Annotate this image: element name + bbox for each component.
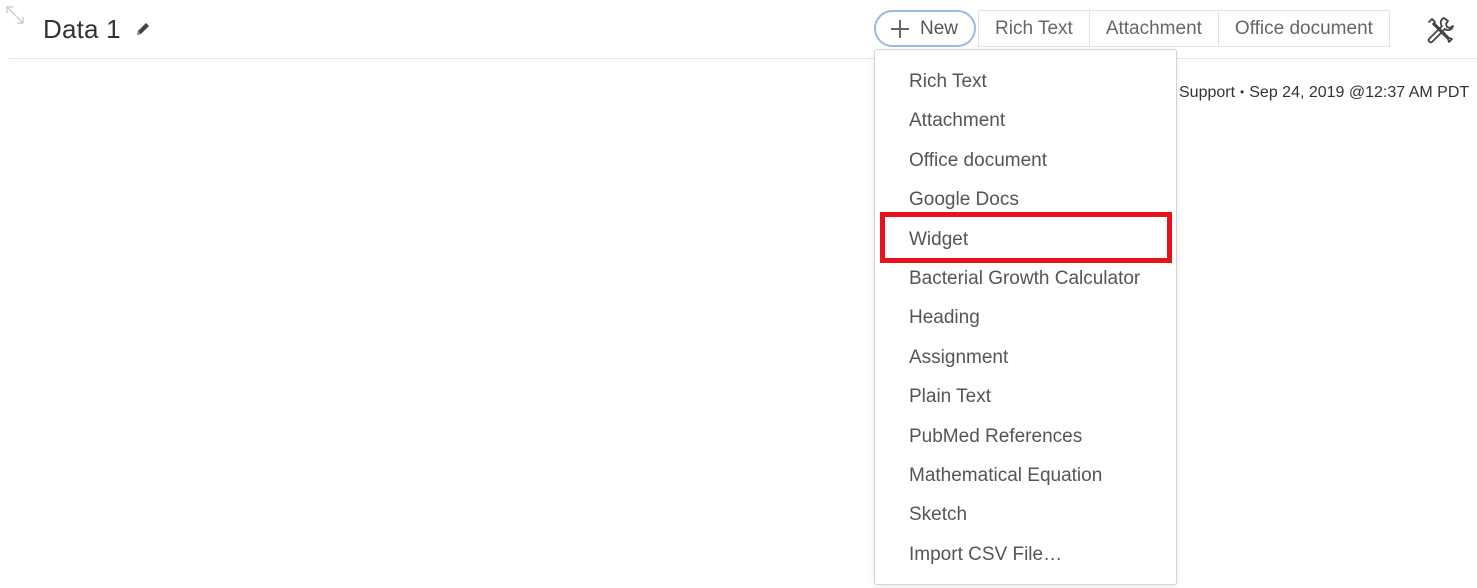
menu-item-import-csv[interactable]: Import CSV File…	[875, 535, 1176, 574]
menu-item-attachment[interactable]: Attachment	[875, 101, 1176, 140]
title-area: Data 1	[43, 12, 152, 46]
menu-item-heading[interactable]: Heading	[875, 298, 1176, 337]
plus-icon	[891, 19, 909, 38]
new-button[interactable]: New	[874, 10, 977, 47]
attachment-button[interactable]: Attachment	[1089, 10, 1219, 47]
page-title: Data 1	[43, 13, 121, 44]
menu-item-rich-text[interactable]: Rich Text	[875, 62, 1176, 101]
menu-item-pubmed-references[interactable]: PubMed References	[875, 417, 1176, 456]
entry-meta: Support • Sep 24, 2019 @12:37 AM PDT	[1179, 84, 1469, 102]
menu-item-plain-text[interactable]: Plain Text	[875, 377, 1176, 416]
new-dropdown-menu: Rich Text Attachment Office document Goo…	[874, 49, 1177, 585]
resize-arrow-icon[interactable]	[4, 4, 26, 26]
timestamp: Sep 24, 2019 @12:37 AM PDT	[1249, 84, 1470, 101]
author-name: Support	[1179, 84, 1236, 101]
menu-item-assignment[interactable]: Assignment	[875, 338, 1176, 377]
toolbar: New Rich Text Attachment Office document	[874, 10, 1390, 47]
wrench-screwdriver-icon[interactable]	[1424, 14, 1456, 46]
new-button-label: New	[920, 17, 959, 39]
office-document-button[interactable]: Office document	[1218, 10, 1390, 47]
menu-item-sketch[interactable]: Sketch	[875, 495, 1176, 534]
pencil-icon[interactable]	[134, 20, 152, 38]
menu-item-mathematical-equation[interactable]: Mathematical Equation	[875, 456, 1176, 495]
rich-text-button[interactable]: Rich Text	[978, 10, 1090, 47]
page: Data 1 New Rich Text Attachment Office d…	[0, 0, 1477, 588]
header-divider	[9, 58, 1477, 59]
menu-item-office-document[interactable]: Office document	[875, 141, 1176, 180]
meta-separator: •	[1240, 85, 1245, 99]
menu-item-google-docs[interactable]: Google Docs	[875, 180, 1176, 219]
menu-item-bacterial-growth-calculator[interactable]: Bacterial Growth Calculator	[875, 259, 1176, 298]
menu-item-widget[interactable]: Widget	[875, 220, 1176, 259]
